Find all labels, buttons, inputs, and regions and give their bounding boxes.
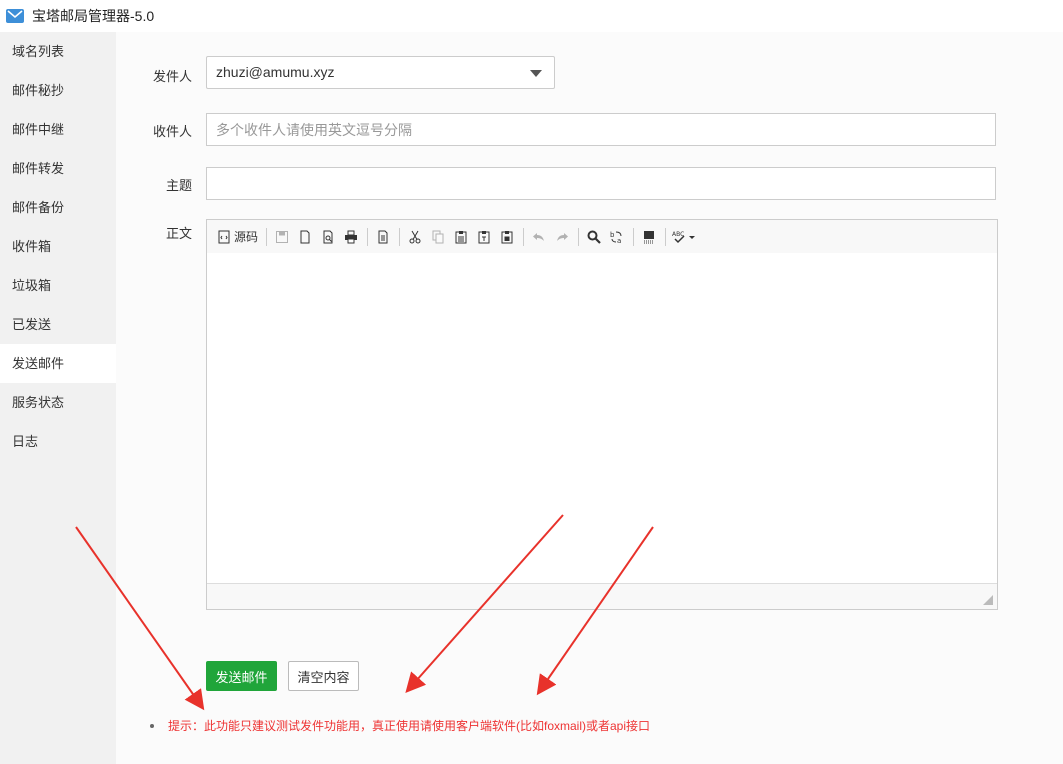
toolbar-separator (633, 227, 635, 246)
replace-button[interactable]: ba (606, 226, 628, 248)
templates-icon (378, 230, 388, 243)
sidebar-item-send-mail[interactable]: 发送邮件 (0, 344, 116, 383)
sidebar-item-sent[interactable]: 已发送 (0, 305, 116, 344)
toolbar-separator (523, 227, 525, 246)
chevron-down-icon (530, 70, 542, 77)
cut-button[interactable] (404, 226, 426, 248)
sidebar: 域名列表 邮件秘抄 邮件中继 邮件转发 邮件备份 收件箱 垃圾箱 已发送 发送邮… (0, 32, 116, 764)
body-label: 正文 (165, 226, 192, 241)
editor-toolbar: 源码 b a ABC (207, 220, 997, 254)
toolbar-separator (665, 227, 667, 246)
bullet-icon (150, 723, 154, 728)
toolbar-separator (399, 227, 401, 246)
chevron-down-icon (689, 235, 696, 239)
source-label: 源码 (234, 230, 259, 244)
paste-icon (455, 230, 467, 243)
sidebar-item-junk[interactable]: 垃圾箱 (0, 266, 116, 305)
sender-select-value: zhuzi@amumu.xyz (216, 64, 335, 80)
svg-text:b: b (610, 231, 615, 239)
sender-label: 发件人 (152, 69, 192, 84)
sidebar-item-service-status[interactable]: 服务状态 (0, 383, 116, 422)
templates-button[interactable] (372, 226, 394, 248)
source-button[interactable]: 源码 (214, 226, 261, 248)
tip-text: 提示：此功能只建议测试发件功能用，真正使用请使用客户端软件(比如foxmail)… (168, 719, 651, 733)
sidebar-item-mail-relay[interactable]: 邮件中继 (0, 110, 116, 149)
paste-word-icon (501, 230, 513, 243)
window-title: 宝塔邮局管理器-5.0 (32, 8, 155, 24)
paste-text-button[interactable] (473, 226, 495, 248)
print-icon (345, 230, 358, 243)
editor-status-bar (207, 583, 997, 609)
find-button[interactable] (583, 226, 605, 248)
find-icon (587, 230, 601, 244)
sidebar-item-mail-backup[interactable]: 邮件备份 (0, 188, 116, 227)
resize-handle-icon[interactable] (983, 595, 993, 605)
toolbar-separator (367, 227, 369, 246)
toolbar-separator (266, 227, 268, 246)
undo-icon (533, 232, 545, 241)
redo-button[interactable] (551, 226, 573, 248)
subject-label: 主题 (165, 178, 192, 193)
cut-icon (409, 230, 421, 243)
sidebar-item-logs[interactable]: 日志 (0, 422, 116, 461)
title-bar: 宝塔邮局管理器-5.0 (0, 0, 1063, 32)
paste-button[interactable] (450, 226, 472, 248)
replace-icon: ba (610, 231, 622, 244)
paste-text-icon (478, 230, 490, 243)
source-icon (218, 230, 230, 243)
sidebar-item-mail-bcc[interactable]: 邮件秘抄 (0, 71, 116, 110)
save-icon (276, 230, 289, 243)
undo-button[interactable] (528, 226, 550, 248)
tip-note: 提示：此功能只建议测试发件功能用，真正使用请使用客户端软件(比如foxmail)… (150, 717, 650, 734)
mail-app-icon (6, 9, 24, 23)
spellcheck-button[interactable]: ABC (670, 226, 698, 248)
save-button[interactable] (271, 226, 293, 248)
recipient-label: 收件人 (152, 124, 192, 139)
paste-word-button[interactable] (496, 226, 518, 248)
preview-button[interactable] (317, 226, 339, 248)
svg-text:a: a (617, 237, 621, 244)
clear-content-button[interactable]: 清空内容 (288, 661, 359, 691)
select-all-icon (644, 230, 655, 243)
send-mail-button[interactable]: 发送邮件 (206, 661, 277, 691)
editor-content-area[interactable] (207, 253, 997, 583)
sender-select[interactable]: zhuzi@amumu.xyz (206, 56, 555, 89)
new-page-button[interactable] (294, 226, 316, 248)
sidebar-item-mail-forward[interactable]: 邮件转发 (0, 149, 116, 188)
select-all-button[interactable] (638, 226, 660, 248)
sidebar-item-inbox[interactable]: 收件箱 (0, 227, 116, 266)
print-button[interactable] (340, 226, 362, 248)
preview-icon (323, 230, 333, 243)
redo-icon (557, 232, 569, 241)
copy-button[interactable] (427, 226, 449, 248)
spellcheck-icon: ABC (672, 231, 685, 243)
toolbar-separator (578, 227, 580, 246)
new-page-icon (300, 230, 310, 243)
sidebar-item-domain-list[interactable]: 域名列表 (0, 32, 116, 71)
send-mail-panel: 发件人 zhuzi@amumu.xyz 收件人 主题 正文 源码 (116, 32, 1063, 764)
recipient-input[interactable] (206, 113, 996, 146)
copy-icon (432, 230, 444, 243)
rich-text-editor: 源码 b a ABC (206, 219, 998, 610)
subject-input[interactable] (206, 167, 996, 200)
